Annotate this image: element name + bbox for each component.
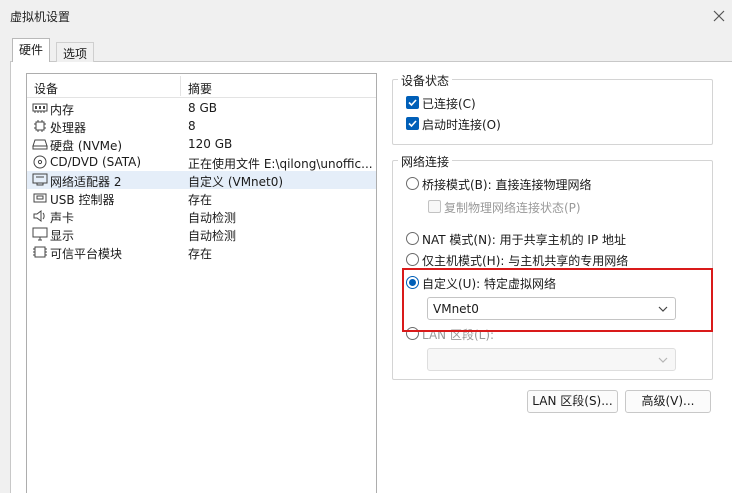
device-name: 处理器 [50,121,87,135]
column-header-device[interactable]: 设备 [34,80,58,97]
device-name: 网络适配器 2 [50,175,122,189]
bridged-radio[interactable] [406,177,419,190]
device-row-sound[interactable]: 声卡 自动检测 [27,207,376,225]
network-connection-title: 网络连接 [398,153,453,170]
device-row-network-adapter[interactable]: 网络适配器 2 自定义 (VMnet0) [27,171,376,189]
device-summary: 120 GB [188,137,233,151]
check-icon [408,99,417,107]
connect-at-power-on-checkbox[interactable] [406,117,419,130]
replicate-state-label[interactable]: 复制物理网络连接状态(P) [444,199,581,216]
device-summary: 存在 [188,193,213,207]
nat-label[interactable]: NAT 模式(N): 用于共享主机的 IP 地址 [422,231,626,248]
highlight-box [402,268,713,332]
lan-segments-button[interactable]: LAN 区段(S)... [527,390,618,413]
device-name: USB 控制器 [50,193,115,207]
device-summary: 正在使用文件 E:\qilong\unoffic... [188,157,373,171]
chevron-down-icon [658,357,668,363]
device-summary: 8 GB [188,101,217,115]
device-row-processor[interactable]: 处理器 8 [27,117,376,135]
window-title: 虚拟机设置 [10,10,71,24]
device-name: 内存 [50,103,75,117]
device-name: 硬盘 (NVMe) [50,139,123,153]
device-summary: 自定义 (VMnet0) [188,175,284,189]
network-icon [32,173,48,186]
device-name: 显示 [50,229,75,243]
connect-at-power-on-label[interactable]: 启动时连接(O) [422,116,501,133]
sound-icon [33,210,45,222]
device-name: 声卡 [50,211,75,225]
device-list: 设备 摘要 内存 8 GB 处理器 8 硬盘 (NVMe) 120 GB CD/… [26,73,377,493]
device-row-disk[interactable]: 硬盘 (NVMe) 120 GB [27,135,376,153]
check-icon [408,120,417,128]
bridged-label[interactable]: 桥接模式(B): 直接连接物理网络 [422,176,591,193]
tab-options[interactable]: 选项 [56,42,95,62]
device-row-tpm[interactable]: 可信平台模块 存在 [27,243,376,261]
device-summary: 8 [188,119,196,133]
cd-dvd-icon [33,155,47,169]
connected-checkbox[interactable] [406,96,419,109]
device-row-display[interactable]: 显示 自动检测 [27,225,376,243]
lan-segment-select[interactable] [427,348,676,371]
device-row-usb[interactable]: USB 控制器 存在 [27,189,376,207]
device-row-cd-dvd[interactable]: CD/DVD (SATA) 正在使用文件 E:\qilong\unoffic..… [27,153,376,171]
processor-icon [34,120,46,132]
title-bar: 虚拟机设置 [0,0,732,32]
display-icon [32,227,48,241]
nat-radio[interactable] [406,232,419,245]
host-only-radio[interactable] [406,253,419,266]
usb-icon [33,193,47,203]
connected-label[interactable]: 已连接(C) [422,95,476,112]
advanced-button[interactable]: 高级(V)... [625,390,711,413]
device-list-header: 设备 摘要 [27,74,376,98]
column-divider[interactable] [180,76,181,96]
host-only-label[interactable]: 仅主机模式(H): 与主机共享的专用网络 [422,252,628,269]
device-name: 可信平台模块 [50,247,123,261]
device-name: CD/DVD (SATA) [50,155,142,169]
memory-icon [32,103,48,113]
device-summary: 自动检测 [188,229,237,243]
tpm-icon [33,246,47,258]
device-summary: 自动检测 [188,211,237,225]
device-summary: 存在 [188,247,213,261]
disk-icon [32,139,48,150]
close-icon[interactable] [712,9,726,23]
column-header-summary[interactable]: 摘要 [188,80,212,97]
tab-hardware[interactable]: 硬件 [12,38,51,62]
device-row-memory[interactable]: 内存 8 GB [27,99,376,117]
device-status-title: 设备状态 [398,72,453,89]
replicate-state-checkbox[interactable] [428,200,441,213]
